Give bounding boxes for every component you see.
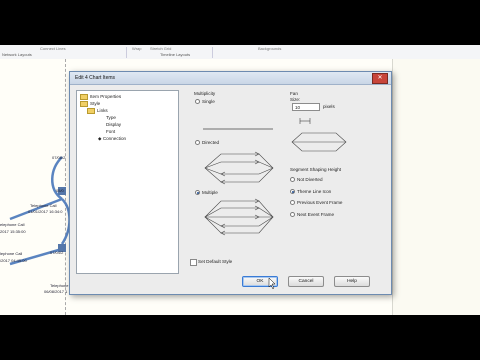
node-label[interactable]: Telephone Call: [30, 203, 56, 208]
ribbon-group-timeline-layouts: Timeline Layouts: [160, 52, 191, 57]
node-date[interactable]: 07/04/2: [50, 250, 63, 255]
node-date[interactable]: 2017 15:35:00: [0, 229, 26, 234]
right-panel: [392, 59, 480, 315]
screen: Connect Lines Wrap Stretch Grid Backgrou…: [0, 0, 480, 360]
node-date[interactable]: /2017 04:45:00: [0, 258, 27, 263]
letterbox-bottom: [0, 315, 480, 360]
ribbon-item-connect-lines[interactable]: Connect Lines: [40, 46, 66, 51]
ribbon: Connect Lines Wrap Stretch Grid Backgrou…: [0, 45, 480, 60]
ribbon-item-stretch-grid[interactable]: Stretch Grid: [150, 46, 171, 51]
edit-chart-items-dialog: Edit 4 Chart Items ✕ Item Properties Sty…: [69, 71, 392, 295]
letterbox-top: [0, 0, 480, 45]
ribbon-separator: [212, 47, 213, 58]
ribbon-group-network-layouts: Network Layouts: [2, 52, 32, 57]
mouse-cursor-icon: [268, 277, 276, 290]
ribbon-separator: [126, 47, 127, 58]
ribbon-item-backgrounds[interactable]: Backgrounds: [258, 46, 281, 51]
node-label[interactable]: elephone Call: [0, 222, 24, 227]
node-date[interactable]: 07/08/2: [52, 155, 65, 160]
node-date[interactable]: 01/01/2017 16:34:0: [28, 209, 62, 214]
node-label[interactable]: lephone Call: [0, 251, 22, 256]
node-date[interactable]: 05/0: [56, 188, 64, 193]
ribbon-item-wrap[interactable]: Wrap: [132, 46, 141, 51]
node-date[interactable]: 06/08/2017 1: [44, 289, 67, 294]
node-label[interactable]: Telephone: [50, 283, 68, 288]
